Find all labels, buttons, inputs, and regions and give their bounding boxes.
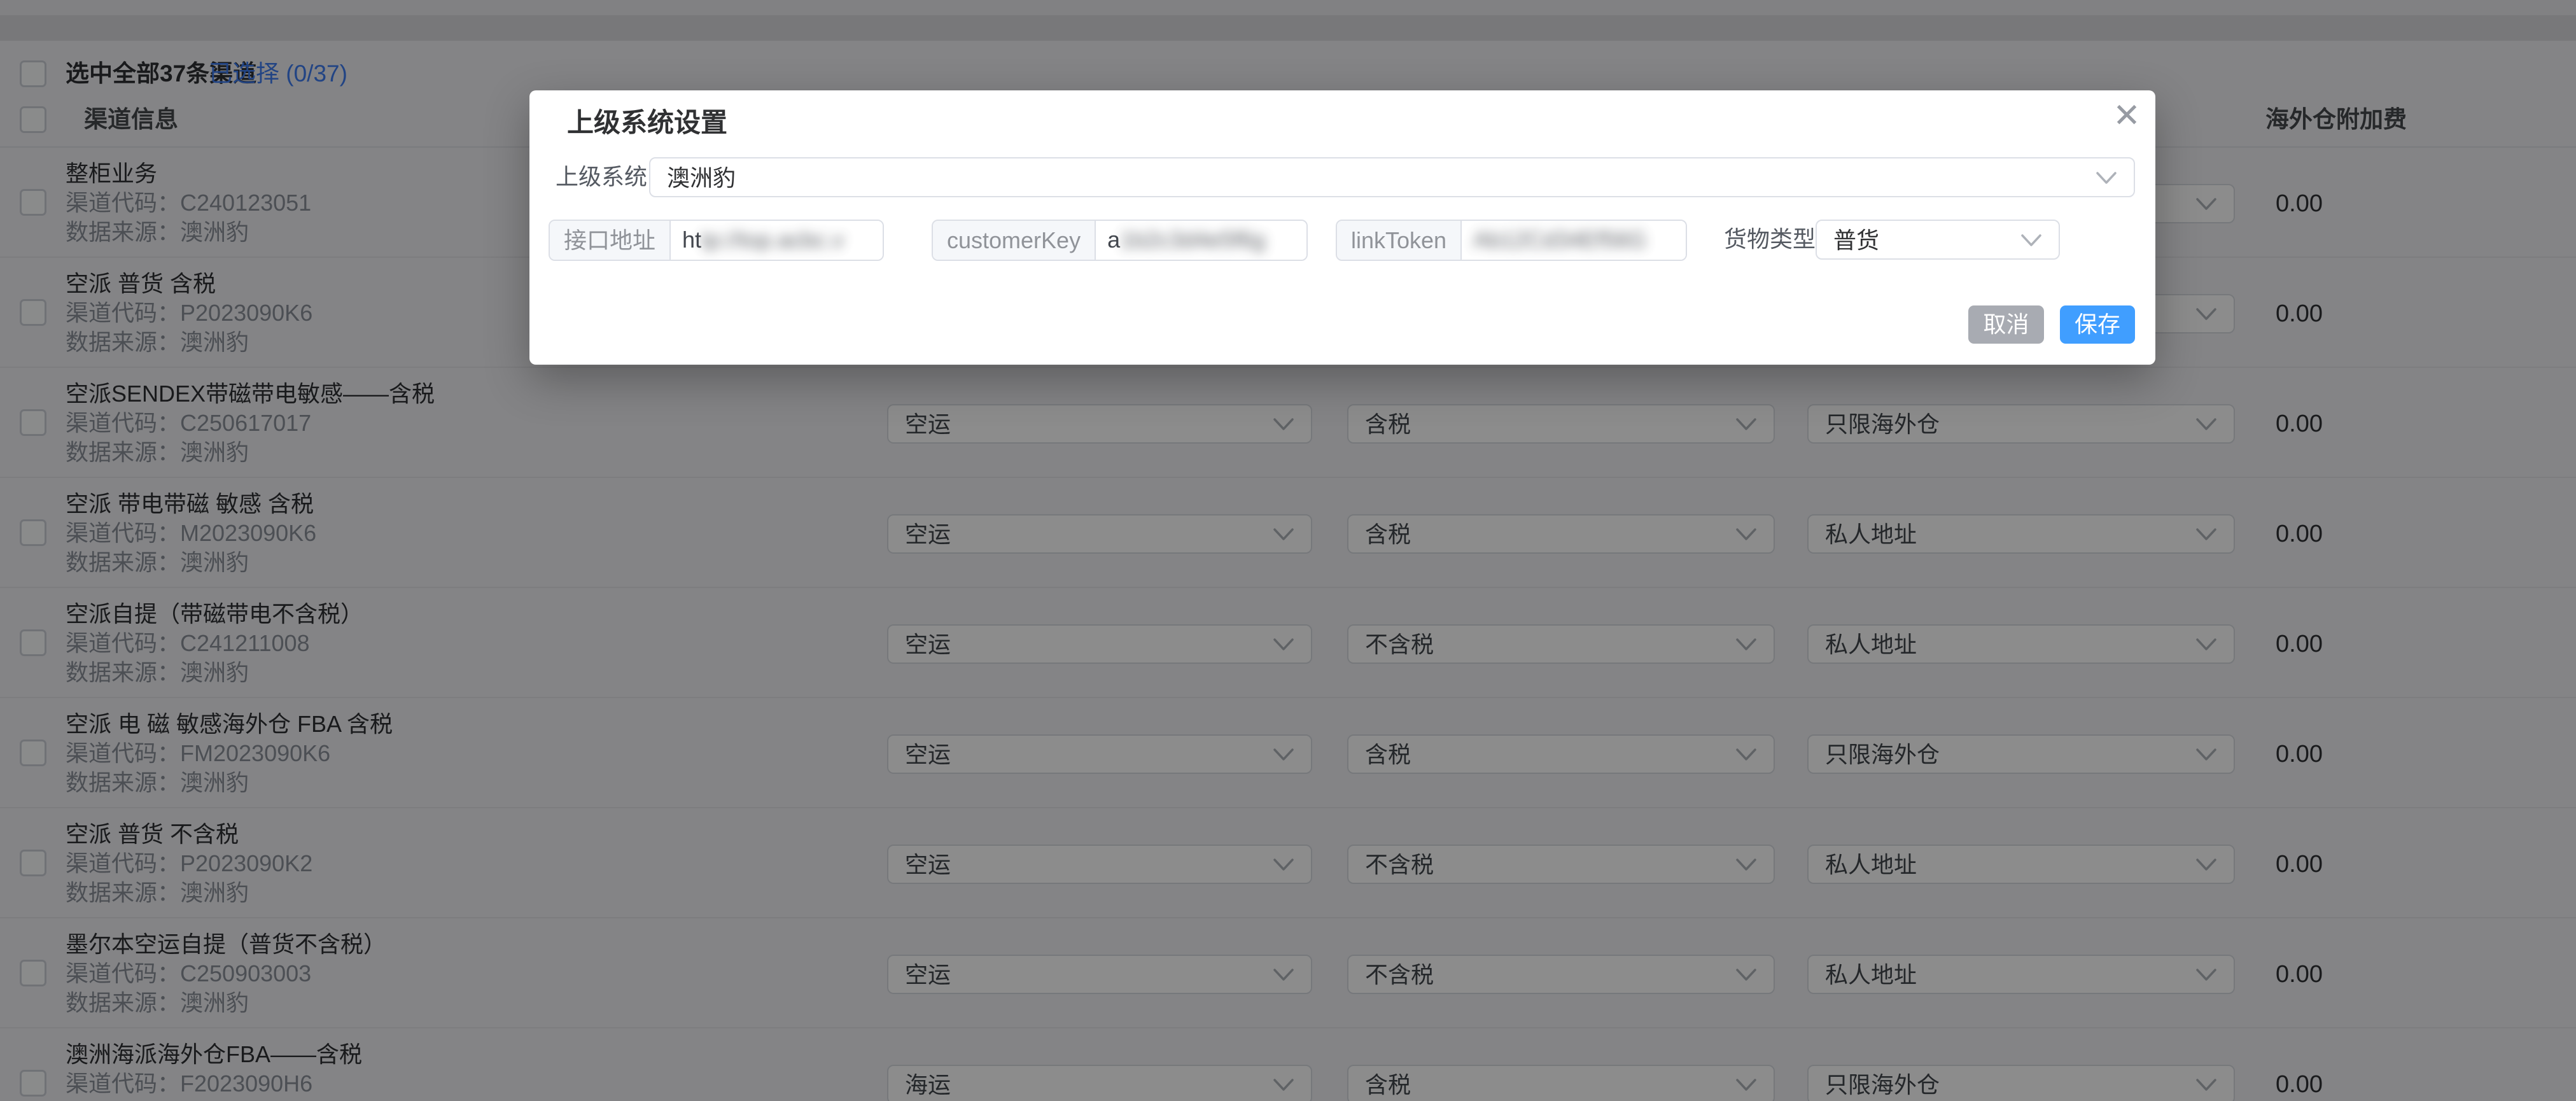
- chevron-down-icon: [2096, 171, 2117, 185]
- modal-title: 上级系统设置: [567, 108, 728, 137]
- customer-key-input[interactable]: a1b2c3d4e5f6g: [1096, 221, 1306, 260]
- link-token-input[interactable]: Ab12Cd34Ef56G: [1462, 221, 1686, 260]
- parent-system-label: 上级系统: [556, 164, 648, 190]
- link-token-label: linkToken: [1337, 221, 1462, 260]
- api-address-input[interactable]: http://top.acbc.v: [671, 221, 883, 260]
- parent-system-modal: 上级系统设置 ✕ 上级系统 澳洲豹 接口地址 http://top.acbc.v…: [529, 90, 2155, 365]
- chevron-down-icon: [2020, 234, 2042, 248]
- customer-key-label: customerKey: [933, 221, 1096, 260]
- parent-system-select[interactable]: 澳洲豹: [649, 157, 2135, 197]
- link-token-group: linkToken Ab12Cd34Ef56G: [1336, 220, 1687, 261]
- save-button[interactable]: 保存: [2060, 305, 2135, 344]
- cancel-button[interactable]: 取消: [1968, 305, 2044, 344]
- api-address-label: 接口地址: [550, 221, 671, 260]
- api-address-group: 接口地址 http://top.acbc.v: [549, 220, 884, 261]
- customer-key-group: customerKey a1b2c3d4e5f6g: [932, 220, 1308, 261]
- cargo-type-label: 货物类型: [1724, 226, 1816, 252]
- cargo-type-select[interactable]: 普货: [1816, 220, 2060, 260]
- close-icon[interactable]: ✕: [2106, 95, 2147, 136]
